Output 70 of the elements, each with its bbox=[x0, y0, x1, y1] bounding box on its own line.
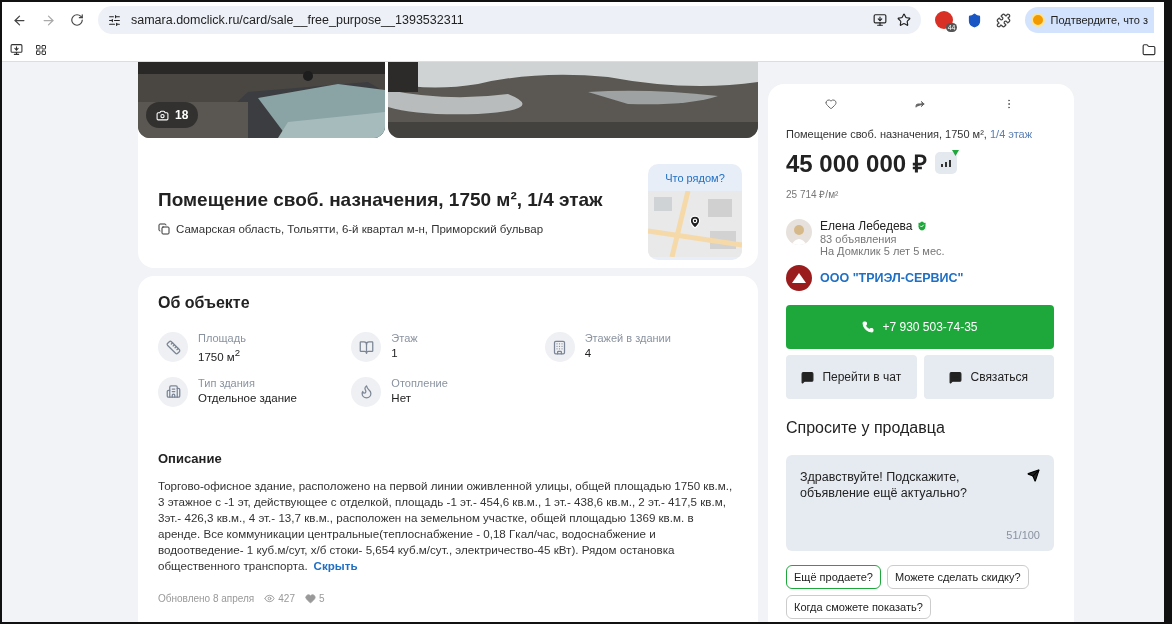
reload-icon[interactable] bbox=[70, 13, 84, 27]
building-icon bbox=[552, 339, 568, 355]
copy-icon[interactable] bbox=[158, 223, 170, 235]
folder-icon[interactable] bbox=[1142, 42, 1156, 57]
feature-value: Нет bbox=[391, 391, 412, 404]
apps-icon[interactable] bbox=[35, 43, 47, 56]
listings-count: 83 объявления bbox=[820, 233, 898, 245]
chat-button[interactable]: Перейти в чат bbox=[786, 355, 917, 399]
feature-label: Площадь bbox=[198, 332, 246, 344]
shield-icon[interactable] bbox=[967, 12, 983, 28]
bar-chart-icon bbox=[939, 157, 952, 168]
listing-title: Помещение своб. назначения, 1750 м², 1/4 этаж bbox=[158, 189, 604, 211]
ask-heading: Спросите у продавца bbox=[786, 419, 946, 437]
views-icon bbox=[264, 593, 276, 604]
phone-icon bbox=[862, 321, 875, 333]
feature-label: Этажей в здании bbox=[584, 332, 671, 344]
extensions-icon[interactable] bbox=[996, 12, 1012, 28]
address: Самарская область, Тольятти, 6-й квартал м-н, Приморский бульвар bbox=[176, 223, 544, 235]
summary-title: Помещение своб. назначения, 1750 м², 1/4 этаж bbox=[786, 128, 1034, 140]
address-bar[interactable]: samara.domclick.ru/card/sale__free_purpose__1393532311 bbox=[98, 6, 922, 34]
map-button[interactable]: Что рядом? bbox=[648, 164, 742, 260]
agent-name[interactable]: Елена Лебедева bbox=[820, 219, 913, 233]
price: 45 000 000 ₽ bbox=[786, 149, 927, 179]
feature-label: Этаж bbox=[391, 332, 418, 344]
price-per-meter: 25 714 ₽/м² bbox=[786, 188, 840, 201]
feature-value: 1750 м$^{2}$ bbox=[198, 347, 241, 363]
heart-icon bbox=[305, 593, 316, 604]
company-link[interactable]: ООО "ТРИЭЛ-СЕРВИС" bbox=[820, 271, 964, 285]
company-logo bbox=[786, 265, 812, 291]
camera-icon bbox=[156, 108, 169, 122]
heating-icon bbox=[358, 384, 374, 400]
favorite-button[interactable] bbox=[824, 98, 837, 110]
share-icon bbox=[914, 98, 926, 110]
photo-count[interactable]: 18 bbox=[146, 102, 199, 128]
profile-icon bbox=[1031, 13, 1046, 27]
back-icon[interactable] bbox=[12, 12, 27, 28]
chat-icon bbox=[801, 370, 815, 384]
map-pin-icon bbox=[688, 215, 702, 229]
bookmark-star-icon[interactable] bbox=[897, 13, 912, 27]
send-icon[interactable] bbox=[1027, 469, 1040, 482]
contact-button[interactable]: Связаться bbox=[923, 355, 1054, 399]
description-heading: Описание bbox=[158, 450, 223, 466]
building-icon bbox=[165, 384, 181, 400]
agent-tenure: На Домклик 5 лет 5 мес. bbox=[820, 245, 945, 257]
avatar bbox=[786, 219, 812, 245]
profile-prompt[interactable]: Подтвердите, что з bbox=[1025, 7, 1154, 33]
quick-reply-chip[interactable]: Когда сможете показать? bbox=[786, 595, 931, 619]
message-field[interactable]: Здравствуйте! Подскажите, объявление ещё актуально? 51/100 bbox=[786, 455, 1054, 551]
site-info-icon[interactable] bbox=[108, 13, 121, 27]
triangle-icon bbox=[951, 149, 959, 156]
section-heading: Об объекте bbox=[158, 294, 251, 312]
feature-value: Отдельное здание bbox=[198, 391, 297, 404]
price-history-button[interactable] bbox=[934, 151, 957, 174]
feature-label: Отопление bbox=[391, 376, 448, 389]
feature-value: 1 bbox=[391, 347, 399, 359]
feature-value: 4 bbox=[584, 347, 593, 359]
description-text: Торгово-офисное здание, расположено на первой линии оживленной улицы, общей площадью 1750 кв.м., 3 этажное с -1 эт, действующее с отделкой, площадь -1 эт.- 454,6 кв.м., 1 эт.- 438,6 кв.м., 2 эт.- 417,5 кв.м, 3эт.- 426,3 кв.м., 4 эт.- 13,7 кв.м., расположен на земельном участке, общей площадью 1369 кв.м. в аренде. Все коммуникации центральные(теплоснабжение - 0,18 Гкал/час, водоснабжение и водоотведение- 1 куб.м/сут, х/б стоки- 5,654 куб.м/сут., электричество-45 кВт). Рядом остановка общественного транспорта. Скрыть bbox=[158, 477, 734, 574]
quick-reply-chip[interactable]: Ещё продаете? bbox=[786, 565, 881, 589]
favorites-count: 5 bbox=[319, 593, 325, 604]
share-button[interactable] bbox=[914, 98, 926, 110]
install-icon[interactable] bbox=[873, 13, 888, 27]
feature-label: Тип здания bbox=[198, 376, 256, 389]
views-count: 427 bbox=[278, 593, 295, 604]
hide-link[interactable]: Скрыть bbox=[313, 558, 358, 572]
floor-link[interactable]: 1/4 этаж bbox=[989, 128, 1033, 140]
quick-reply-chip[interactable]: Можете сделать скидку? bbox=[886, 565, 1029, 589]
char-counter: 51/100 bbox=[1006, 529, 1040, 541]
message-icon bbox=[949, 370, 963, 384]
heart-icon bbox=[824, 98, 837, 110]
updated-date: Обновлено 8 апреля bbox=[158, 593, 255, 604]
